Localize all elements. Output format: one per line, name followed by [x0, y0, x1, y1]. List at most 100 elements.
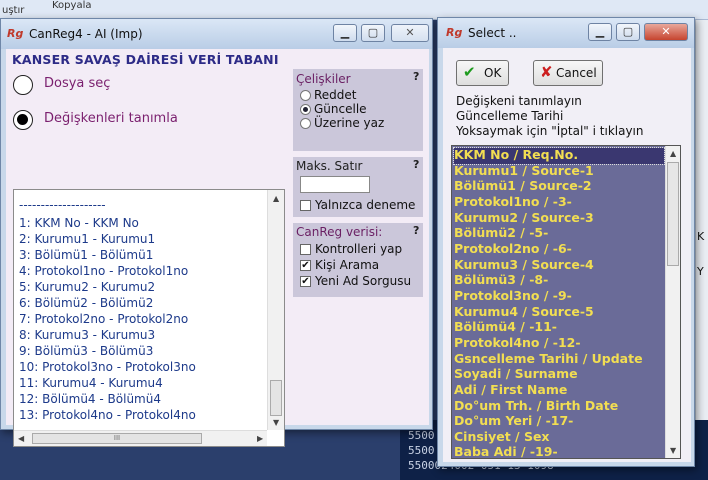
uzerine-yaz-label[interactable]: Üzerine yaz — [314, 117, 384, 129]
maks-satir-title: Maks. Satır — [296, 159, 363, 173]
dosya-sec-radio[interactable] — [13, 75, 33, 95]
canreg-verisi-panel: CanReg verisi: ? Kontrolleri yap ✔ Kişi … — [293, 223, 423, 297]
scroll-down-icon[interactable]: ▼ — [670, 446, 676, 455]
degiskenleri-tanimla-radio[interactable] — [13, 110, 33, 130]
close-button[interactable]: ✕ — [391, 24, 429, 42]
list-item[interactable]: 4: Protokol1no - Protokol1no — [19, 264, 188, 278]
yeni-ad-sorgusu-checkbox[interactable]: ✔ — [300, 276, 311, 287]
guncelle-radio[interactable] — [300, 104, 311, 115]
maks-satir-panel: Maks. Satır ? Yalnızca deneme — [293, 157, 423, 217]
scroll-down-icon[interactable]: ▼ — [273, 418, 279, 427]
list-item[interactable]: 7: Protokol2no - Protokol2no — [19, 312, 188, 326]
reddet-label[interactable]: Reddet — [314, 89, 357, 101]
scroll-right-icon[interactable]: ▶ — [257, 434, 263, 443]
list-item[interactable]: Protokol2no / -6- — [454, 241, 572, 256]
select-dialog: Rg Select .. ▁ ▢ ✕ ✔ OK ✘ Cancel Değişke… — [437, 17, 695, 467]
list-item[interactable]: 10: Protokol3no - Protokol3no — [19, 360, 196, 374]
list-item[interactable]: 9: Bölümü3 - Bölümü3 — [19, 344, 153, 358]
list-item[interactable]: Do°um Trh. / Birth Date — [454, 398, 618, 413]
scrollbar-thumb[interactable] — [667, 162, 679, 266]
list-item[interactable]: Cinsiyet / Sex — [454, 429, 550, 444]
canreg-app-icon: Rg — [7, 27, 24, 40]
ribbon-text-left: uştır — [2, 5, 25, 16]
yeni-ad-sorgusu-label[interactable]: Yeni Ad Sorgusu — [315, 274, 411, 288]
list-item[interactable]: Kurumu1 / Source-1 — [454, 163, 594, 178]
list-item[interactable]: Baba Adi / -19- — [454, 444, 558, 459]
reddet-radio[interactable] — [300, 90, 311, 101]
kontrolleri-yap-checkbox[interactable] — [300, 244, 311, 255]
yalnizca-deneme-label[interactable]: Yalnızca deneme — [315, 198, 415, 212]
uzerine-yaz-radio[interactable] — [300, 118, 311, 129]
instruction-line: Yoksaymak için "İptal" i tıklayın — [456, 124, 644, 138]
list-item[interactable]: 1: KKM No - KKM No — [19, 216, 139, 230]
edge-text: Y — [697, 265, 704, 278]
canreg-client-area: KANSER SAVAŞ DAİRESİ VERİ TABANI Dosya s… — [6, 49, 429, 447]
background-right-edge: K Y — [695, 20, 708, 420]
list-item[interactable]: Bölümü3 / -8- — [454, 272, 548, 287]
list-item[interactable]: Soyadi / Surname — [454, 366, 578, 381]
list-item[interactable]: 2: Kurumu1 - Kurumu1 — [19, 232, 155, 246]
list-item[interactable]: Kurumu4 / Source-5 — [454, 304, 594, 319]
variable-list[interactable]: -------------------- 1: KKM No - KKM No … — [13, 189, 285, 447]
select-app-icon: Rg — [446, 26, 463, 39]
list-item[interactable]: Gsncelleme Tarihi / Update — [454, 351, 643, 366]
list-item[interactable]: 12: Bölümü4 - Bölümü4 — [19, 392, 161, 406]
ribbon-text-copy[interactable]: Kopyala — [52, 0, 91, 11]
maximize-button[interactable]: ▢ — [361, 24, 385, 42]
kisi-arama-checkbox[interactable]: ✔ — [300, 260, 311, 271]
list-item[interactable]: Bölümü1 / Source-2 — [454, 178, 592, 193]
edge-text: K — [697, 230, 705, 243]
kisi-arama-label[interactable]: Kişi Arama — [315, 258, 379, 272]
degiskenleri-tanimla-label[interactable]: Değişkenleri tanımla — [44, 111, 178, 126]
close-button[interactable]: ✕ — [644, 23, 688, 41]
minimize-button[interactable]: ▁ — [333, 24, 357, 42]
dosya-sec-label[interactable]: Dosya seç — [44, 76, 110, 91]
list-item[interactable]: Protokol1no / -3- — [454, 194, 572, 209]
kontrolleri-yap-label[interactable]: Kontrolleri yap — [315, 242, 402, 256]
list-item[interactable]: 5: Kurumu2 - Kurumu2 — [19, 280, 155, 294]
celiskiler-panel: Çelişkiler ? Reddet Güncelle Üzerine yaz — [293, 69, 423, 151]
hscroll-thumb[interactable]: III — [32, 433, 202, 444]
scroll-up-icon[interactable]: ▲ — [670, 149, 676, 158]
horizontal-scrollbar[interactable]: ◀ III ▶ — [14, 430, 267, 446]
cancel-button[interactable]: ✘ Cancel — [533, 60, 603, 86]
vertical-scrollbar[interactable]: ▲ ▼ — [267, 190, 284, 430]
vertical-scrollbar[interactable]: ▲ ▼ — [665, 146, 680, 458]
list-item[interactable]: 11: Kurumu4 - Kurumu4 — [19, 376, 163, 390]
checkmark-icon: ✔ — [463, 63, 476, 81]
canreg-title-bar[interactable]: Rg CanReg4 - AI (Imp) ▁ ▢ ✕ — [1, 19, 432, 49]
help-icon[interactable]: ? — [413, 70, 419, 83]
maks-satir-input[interactable] — [300, 176, 370, 193]
select-dialog-title: Select .. — [468, 26, 517, 40]
scroll-up-icon[interactable]: ▲ — [273, 194, 279, 203]
list-item[interactable]: Kurumu3 / Source-4 — [454, 257, 594, 272]
maximize-button[interactable]: ▢ — [616, 23, 640, 41]
list-item[interactable]: Adi / First Name — [454, 382, 567, 397]
help-icon[interactable]: ? — [413, 224, 419, 237]
ok-button[interactable]: ✔ OK — [456, 60, 509, 86]
list-item[interactable]: Protokol4no / -12- — [454, 335, 581, 350]
list-item[interactable]: 6: Bölümü2 - Bölümü2 — [19, 296, 153, 310]
list-item[interactable]: 8: Kurumu3 - Kurumu3 — [19, 328, 155, 342]
ok-label: OK — [484, 66, 502, 80]
list-item[interactable]: Bölümü4 / -11- — [454, 319, 557, 334]
list-item[interactable]: -------------------- — [19, 198, 106, 212]
guncelle-label[interactable]: Güncelle — [314, 103, 367, 115]
scroll-left-icon[interactable]: ◀ — [18, 434, 24, 443]
select-title-bar[interactable]: Rg Select .. ▁ ▢ ✕ — [438, 18, 694, 48]
list-item[interactable]: Kurumu2 / Source-3 — [454, 210, 594, 225]
list-item[interactable]: 3: Bölümü1 - Bölümü1 — [19, 248, 153, 262]
yalnizca-deneme-checkbox[interactable] — [300, 200, 311, 211]
list-item[interactable]: Bölümü2 / -5- — [454, 225, 548, 240]
celiskiler-title: Çelişkiler — [296, 72, 351, 86]
list-item[interactable]: Do°um Yeri / -17- — [454, 413, 573, 428]
scrollbar-thumb[interactable] — [270, 380, 282, 416]
list-item[interactable]: KKM No / Req.No. — [454, 147, 578, 162]
variable-select-list[interactable]: KKM No / Req.No. Kurumu1 / Source-1 Bölü… — [451, 145, 681, 459]
canreg-window-title: CanReg4 - AI (Imp) — [29, 27, 143, 41]
list-item[interactable]: Protokol3no / -9- — [454, 288, 572, 303]
canreg-verisi-title: CanReg verisi: — [296, 225, 383, 239]
help-icon[interactable]: ? — [413, 158, 419, 171]
minimize-button[interactable]: ▁ — [588, 23, 612, 41]
list-item[interactable]: 13: Protokol4no - Protokol4no — [19, 408, 196, 422]
